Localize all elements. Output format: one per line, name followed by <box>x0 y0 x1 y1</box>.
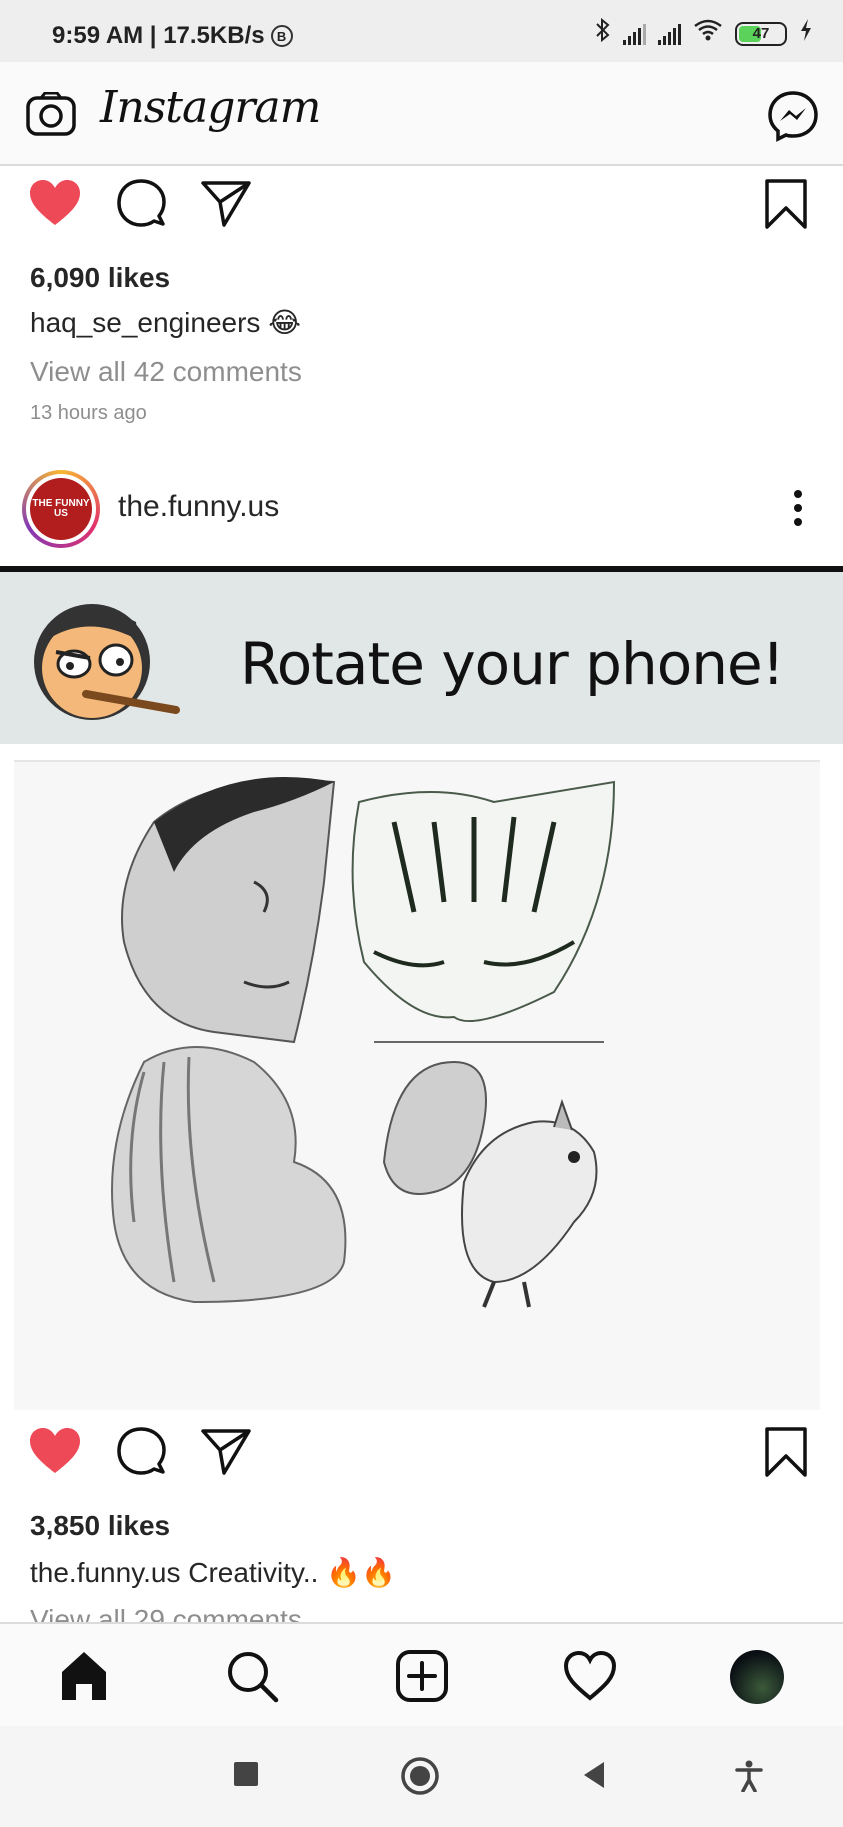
search-icon[interactable] <box>224 1648 280 1704</box>
new-post-icon[interactable] <box>394 1648 450 1704</box>
back-icon[interactable] <box>580 1760 608 1790</box>
man-face-drawing <box>121 777 336 1044</box>
b-badge-icon: B <box>270 25 293 47</box>
post-likes[interactable]: 3,850 likes <box>30 1510 170 1542</box>
banner-heading: Rotate your phone! <box>240 630 785 698</box>
woman-drawing <box>111 1046 347 1304</box>
comment-icon[interactable] <box>116 178 166 228</box>
home-icon[interactable] <box>56 1648 112 1704</box>
save-bookmark-icon[interactable] <box>764 1426 808 1478</box>
post-caption: the.funny.us Creativity.. 🔥🔥 <box>30 1556 396 1589</box>
prev-post-time: 13 hours ago <box>30 402 147 424</box>
more-options-icon[interactable] <box>793 488 803 528</box>
comment-icon[interactable] <box>116 1426 166 1476</box>
post-username[interactable]: the.funny.us <box>118 490 279 524</box>
avatar-logo-text: THE FUNNY US <box>30 478 92 540</box>
system-navigation <box>0 1726 843 1827</box>
time-speed-text: 9:59 AM | 17.5KB/s <box>52 22 265 49</box>
status-icons: 47 <box>595 17 813 49</box>
profile-avatar[interactable] <box>730 1650 784 1704</box>
wifi-icon <box>693 18 723 49</box>
squirrel-drawing <box>374 1041 604 1308</box>
activity-heart-icon[interactable] <box>562 1648 618 1704</box>
save-bookmark-icon[interactable] <box>764 178 808 230</box>
signal-icon <box>658 23 681 45</box>
app-header: Instagram <box>0 62 843 166</box>
instagram-logo: Instagram <box>100 82 321 133</box>
accessibility-icon[interactable] <box>734 1760 764 1792</box>
post-image[interactable]: Rotate your phone! <box>0 566 843 1414</box>
cartoon-face-icon <box>34 604 180 720</box>
prev-post-actions <box>0 170 843 240</box>
recents-icon[interactable] <box>232 1760 260 1788</box>
camera-icon[interactable] <box>26 92 76 136</box>
signal-icon <box>623 23 646 45</box>
post-header: THE FUNNY US the.funny.us <box>0 460 843 560</box>
drawing-illustration <box>111 777 616 1308</box>
illusion-drawings <box>14 760 820 1410</box>
battery-icon: 47 <box>735 21 787 46</box>
caption-text: Creativity.. <box>188 1557 319 1588</box>
home-circle-icon[interactable] <box>400 1756 440 1796</box>
bluetooth-icon <box>595 17 611 49</box>
post-actions <box>0 1418 843 1488</box>
share-icon[interactable] <box>200 1426 252 1476</box>
messenger-icon[interactable] <box>767 90 819 142</box>
liked-heart-icon[interactable] <box>28 1426 82 1476</box>
share-icon[interactable] <box>200 178 252 228</box>
prev-post-caption: haq_se_engineers 😂 <box>30 306 301 339</box>
caption-username[interactable]: the.funny.us <box>30 1557 180 1588</box>
status-bar: 9:59 AM | 17.5KB/s B 47 <box>0 0 843 62</box>
bottom-navigation <box>0 1622 843 1726</box>
caption-emoji: 🔥🔥 <box>326 1557 396 1588</box>
caption-username[interactable]: haq_se_engineers <box>30 307 260 338</box>
cat-drawing <box>351 780 616 1023</box>
prev-post-likes[interactable]: 6,090 likes <box>30 262 170 294</box>
liked-heart-icon[interactable] <box>28 178 82 228</box>
status-time: 9:59 AM | 17.5KB/s B <box>52 22 293 50</box>
caption-emoji: 😂 <box>268 307 301 338</box>
post-avatar[interactable]: THE FUNNY US <box>22 470 100 548</box>
post-view-comments[interactable]: View all 29 comments <box>30 1604 302 1622</box>
prev-post-view-comments[interactable]: View all 42 comments <box>30 356 302 388</box>
charging-icon <box>799 18 813 49</box>
image-banner: Rotate your phone! <box>0 572 843 744</box>
